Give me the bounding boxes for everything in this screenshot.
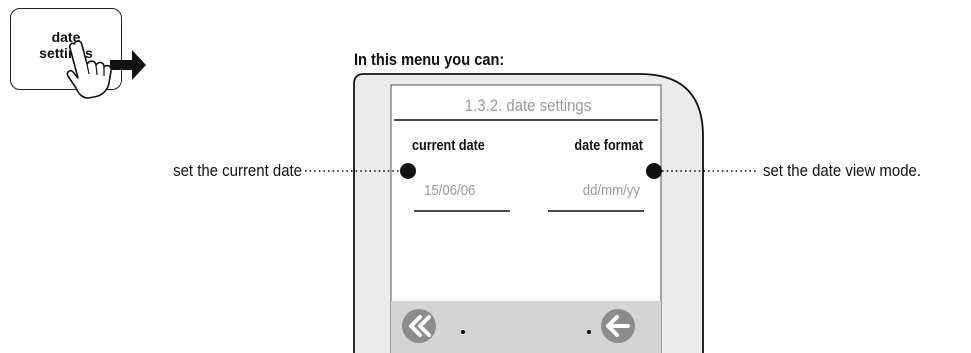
left-leader-dot xyxy=(400,163,416,179)
callout-current-date: set the current date xyxy=(173,161,302,180)
callout-date-format: set the date view mode. xyxy=(763,161,922,180)
right-leader-dot xyxy=(646,163,662,179)
